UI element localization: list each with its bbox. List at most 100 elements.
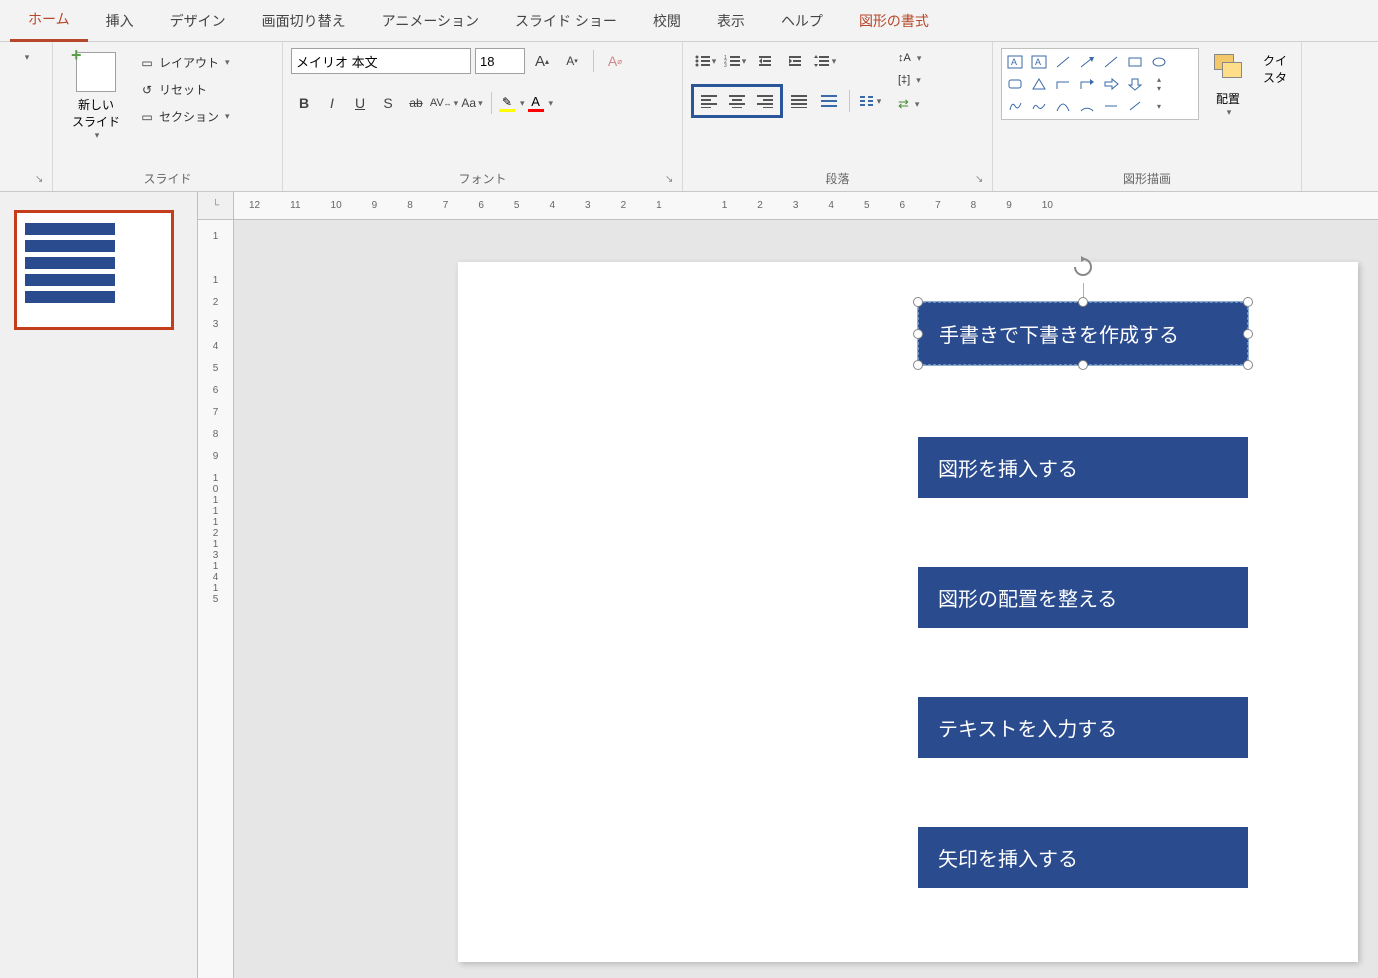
gallery-more-icon[interactable]: ▾ bbox=[1148, 95, 1170, 117]
arc-shape-icon[interactable] bbox=[1076, 95, 1098, 117]
resize-handle-se[interactable] bbox=[1243, 360, 1253, 370]
resize-handle-sw[interactable] bbox=[913, 360, 923, 370]
textbox-shape-icon[interactable]: A bbox=[1004, 51, 1026, 73]
arrange-label: 配置 bbox=[1216, 90, 1240, 107]
layout-button[interactable]: ▭ レイアウト ▾ bbox=[135, 52, 234, 73]
arrange-button[interactable]: 配置 ▾ bbox=[1203, 48, 1253, 122]
resize-handle-n[interactable] bbox=[1078, 297, 1088, 307]
decrease-indent-button[interactable] bbox=[751, 48, 779, 74]
gallery-dropdown-icon[interactable]: ▴▾ bbox=[1148, 73, 1170, 95]
char-spacing-button[interactable]: AV↔▾ bbox=[431, 90, 457, 116]
rect-shape-icon[interactable] bbox=[1124, 51, 1146, 73]
increase-font-button[interactable]: A▴ bbox=[529, 48, 555, 74]
align-text-button[interactable]: [‡]▾ bbox=[894, 72, 925, 88]
convert-smartart-button[interactable]: ⇄▾ bbox=[894, 94, 925, 114]
change-case-button[interactable]: Aa▾ bbox=[459, 90, 485, 116]
divider bbox=[491, 92, 492, 114]
clear-formatting-button[interactable]: A⌀ bbox=[602, 48, 628, 74]
curve-shape-icon[interactable] bbox=[1052, 95, 1074, 117]
tab-help[interactable]: ヘルプ bbox=[763, 1, 841, 41]
bold-button[interactable]: B bbox=[291, 90, 317, 116]
down-arrow-shape-icon[interactable] bbox=[1124, 73, 1146, 95]
columns-button[interactable]: ▾ bbox=[856, 88, 884, 114]
horizontal-ruler[interactable]: 12111098765432112345678910 bbox=[234, 192, 1378, 220]
paragraph-group: ▾ 123▾ ▾ ▾ bbox=[683, 42, 993, 191]
paste-dropdown[interactable]: ▾ bbox=[8, 48, 44, 67]
font-color-dropdown[interactable]: ▾ bbox=[549, 98, 554, 109]
tab-animations[interactable]: アニメーション bbox=[364, 1, 497, 41]
thumb-shape bbox=[25, 240, 115, 252]
elbow-connector-icon[interactable] bbox=[1052, 73, 1074, 95]
italic-button[interactable]: I bbox=[319, 90, 345, 116]
thumb-shape bbox=[25, 257, 115, 269]
textbox-vert-shape-icon[interactable]: A bbox=[1028, 51, 1050, 73]
paragraph-launcher-icon[interactable]: ↘ bbox=[975, 174, 989, 188]
vertical-ruler[interactable]: 1123456789101112131415 bbox=[198, 220, 234, 978]
shape-2-text: 図形を挿入する bbox=[938, 459, 1078, 481]
align-left-button[interactable] bbox=[695, 88, 723, 114]
align-justify-button[interactable] bbox=[785, 88, 813, 114]
shape-2[interactable]: 図形を挿入する bbox=[918, 437, 1248, 498]
quick-styles-label: クイ スタ bbox=[1263, 52, 1287, 86]
resize-handle-s[interactable] bbox=[1078, 360, 1088, 370]
align-right-button[interactable] bbox=[751, 88, 779, 114]
numbering-button[interactable]: 123▾ bbox=[721, 48, 749, 74]
slide-edit-area[interactable]: └ 12111098765432112345678910 11234567891… bbox=[198, 192, 1378, 978]
font-color-button[interactable]: A bbox=[527, 93, 545, 113]
reset-button[interactable]: ↺ リセット bbox=[135, 79, 234, 100]
svg-text:A: A bbox=[1011, 57, 1017, 67]
shape-1-selected[interactable]: 手書きで下書きを作成する bbox=[918, 302, 1248, 365]
font-launcher-icon[interactable]: ↘ bbox=[665, 174, 679, 188]
increase-indent-button[interactable] bbox=[781, 48, 809, 74]
text-direction-button[interactable]: ↕A▾ bbox=[894, 50, 925, 66]
slide-thumbnail-1[interactable] bbox=[14, 210, 174, 330]
decrease-font-button[interactable]: A▾ bbox=[559, 48, 585, 74]
rotate-handle-icon[interactable] bbox=[1071, 255, 1095, 279]
shape-3[interactable]: 図形の配置を整える bbox=[918, 567, 1248, 628]
rounded-rect-shape-icon[interactable] bbox=[1004, 73, 1026, 95]
section-button[interactable]: ▭ セクション ▾ bbox=[135, 106, 234, 127]
line-spacing-button[interactable]: ▾ bbox=[811, 48, 839, 74]
double-line-shape-icon[interactable] bbox=[1100, 51, 1122, 73]
tab-transitions[interactable]: 画面切り替え bbox=[244, 1, 364, 41]
resize-handle-nw[interactable] bbox=[913, 297, 923, 307]
tab-view[interactable]: 表示 bbox=[699, 1, 763, 41]
oval-shape-icon[interactable] bbox=[1148, 51, 1170, 73]
tab-design[interactable]: デザイン bbox=[152, 1, 244, 41]
quick-styles-button[interactable]: クイ スタ bbox=[1257, 48, 1293, 90]
highlight-color-button[interactable]: ✎ bbox=[498, 94, 516, 113]
resize-handle-e[interactable] bbox=[1243, 329, 1253, 339]
shape-5[interactable]: 矢印を挿入する bbox=[918, 827, 1248, 888]
line-shape-icon[interactable] bbox=[1052, 51, 1074, 73]
arrow-line-shape-icon[interactable] bbox=[1076, 51, 1098, 73]
freeform-shape-icon[interactable] bbox=[1004, 95, 1026, 117]
tab-home[interactable]: ホーム bbox=[10, 0, 88, 42]
resize-handle-w[interactable] bbox=[913, 329, 923, 339]
font-name-select[interactable] bbox=[291, 48, 471, 74]
strikethrough-button[interactable]: ab bbox=[403, 90, 429, 116]
connector-shape-icon[interactable] bbox=[1100, 95, 1122, 117]
shape-4[interactable]: テキストを入力する bbox=[918, 697, 1248, 758]
scribble-shape-icon[interactable] bbox=[1028, 95, 1050, 117]
elbow-arrow-icon[interactable] bbox=[1076, 73, 1098, 95]
new-slide-button[interactable]: 新しい スライド ▾ bbox=[61, 48, 131, 145]
slide-canvas[interactable]: 手書きで下書きを作成する 図形を挿入する 図形の配置を整える テキストを入力する… bbox=[458, 262, 1358, 962]
resize-handle-ne[interactable] bbox=[1243, 297, 1253, 307]
divider bbox=[593, 50, 594, 72]
tab-insert[interactable]: 挿入 bbox=[88, 1, 152, 41]
clipboard-launcher-icon[interactable]: ↘ bbox=[35, 174, 49, 188]
highlight-dropdown[interactable]: ▾ bbox=[520, 98, 525, 109]
tab-review[interactable]: 校閲 bbox=[635, 1, 699, 41]
triangle-shape-icon[interactable] bbox=[1028, 73, 1050, 95]
tab-shape-format[interactable]: 図形の書式 bbox=[841, 1, 947, 41]
shapes-gallery[interactable]: A A ▴▾ bbox=[1001, 48, 1199, 120]
font-size-select[interactable] bbox=[475, 48, 525, 74]
tab-slideshow[interactable]: スライド ショー bbox=[497, 1, 635, 41]
right-arrow-shape-icon[interactable] bbox=[1100, 73, 1122, 95]
underline-button[interactable]: U bbox=[347, 90, 373, 116]
align-center-button[interactable] bbox=[723, 88, 751, 114]
shadow-button[interactable]: S bbox=[375, 90, 401, 116]
bullets-button[interactable]: ▾ bbox=[691, 48, 719, 74]
distribute-button[interactable] bbox=[815, 88, 843, 114]
line-shape-icon-2[interactable] bbox=[1124, 95, 1146, 117]
